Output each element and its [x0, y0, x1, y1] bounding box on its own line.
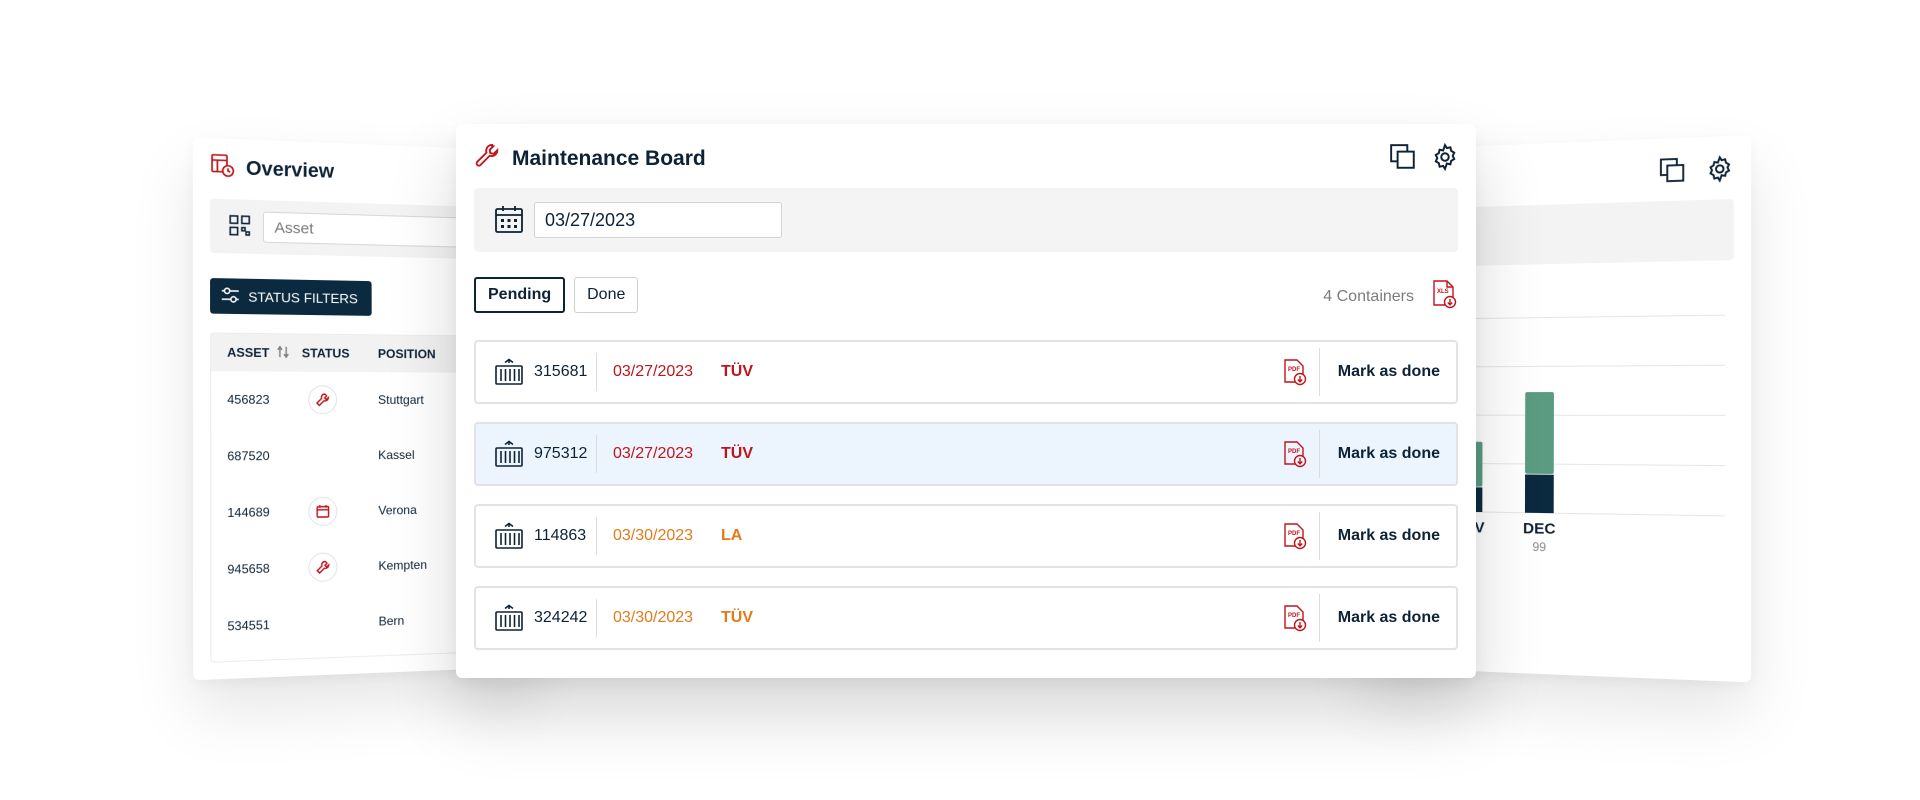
- bar-dec-segment-0: [1524, 473, 1554, 514]
- maintenance-board: Maintenance Board Pending Done 4 Contain: [456, 124, 1476, 678]
- statistics-toolbar: [1657, 153, 1736, 187]
- status-tabs: Pending Done: [474, 277, 639, 313]
- svg-text:PDF: PDF: [1288, 367, 1300, 373]
- container-count-area: 4 Containers XLS: [1323, 279, 1458, 314]
- mark-as-done-button[interactable]: Mark as done: [1338, 609, 1456, 627]
- pdf-download-icon[interactable]: PDF: [1271, 604, 1319, 632]
- bar-dec-segment-1: [1525, 391, 1554, 474]
- container-icon: [476, 358, 534, 386]
- total-label-dec: 99: [1532, 539, 1546, 554]
- filter-sliders-icon: [221, 286, 240, 306]
- mark-as-done-button[interactable]: Mark as done: [1338, 527, 1456, 545]
- qr-code-icon[interactable]: [229, 215, 250, 242]
- container-list: 315681 03/27/2023 TÜV PDF Mark as done 9…: [474, 340, 1458, 668]
- xls-download-icon[interactable]: XLS: [1430, 279, 1458, 314]
- board-header: Maintenance Board: [474, 142, 706, 175]
- column-status: STATUS: [301, 345, 350, 361]
- date-input[interactable]: [534, 202, 782, 238]
- overview-icon: [210, 153, 236, 184]
- inspection-type: TÜV: [721, 363, 753, 380]
- page-title: Maintenance Board: [512, 146, 706, 170]
- svg-text:PDF: PDF: [1288, 531, 1300, 537]
- container-id: 975312: [534, 445, 588, 462]
- mark-as-done-button[interactable]: Mark as done: [1338, 445, 1456, 463]
- column-asset-label: ASSET: [227, 345, 270, 361]
- container-id: 324242: [534, 609, 588, 626]
- inspection-type: LA: [721, 527, 743, 544]
- asset-id: 687520: [227, 448, 270, 464]
- gear-icon[interactable]: [1704, 153, 1736, 186]
- mark-as-done-button[interactable]: Mark as done: [1338, 363, 1456, 381]
- due-date: 03/30/2023: [613, 609, 694, 626]
- container-icon: [476, 440, 534, 468]
- asset-id: 534551: [227, 617, 270, 634]
- container-row[interactable]: 114863 03/30/2023 LA PDF Mark as done: [474, 504, 1458, 568]
- sort-icon[interactable]: [276, 345, 291, 361]
- asset-id: 456823: [227, 392, 270, 407]
- due-date: 03/27/2023: [613, 445, 694, 462]
- row-divider: [596, 353, 597, 391]
- window-icon[interactable]: [1388, 142, 1418, 172]
- container-row[interactable]: 315681 03/27/2023 TÜV PDF Mark as done: [474, 340, 1458, 404]
- overview-title: Overview: [246, 157, 335, 183]
- row-divider: [1318, 594, 1320, 642]
- tab-done[interactable]: Done: [574, 277, 639, 313]
- container-icon: [476, 522, 534, 550]
- tab-pending[interactable]: Pending: [474, 277, 566, 313]
- inspection-type: TÜV: [721, 609, 753, 626]
- window-icon[interactable]: [1657, 154, 1689, 186]
- due-date: 03/27/2023: [613, 363, 694, 380]
- row-divider: [1318, 512, 1320, 560]
- container-id: 114863: [534, 527, 587, 544]
- row-divider: [596, 517, 597, 555]
- row-divider: [1318, 348, 1320, 396]
- row-divider: [596, 435, 597, 473]
- row-divider: [596, 599, 597, 637]
- container-id: 315681: [534, 363, 588, 380]
- inspection-type: TÜV: [721, 445, 753, 462]
- container-count: 4 Containers: [1323, 287, 1414, 305]
- container-row[interactable]: 975312 03/27/2023 TÜV PDF Mark as done: [474, 422, 1458, 486]
- asset-id: 945658: [227, 561, 270, 577]
- due-date: 03/30/2023: [613, 527, 694, 544]
- gear-icon[interactable]: [1430, 142, 1460, 172]
- status-filters-label: STATUS FILTERS: [248, 288, 358, 306]
- container-icon: [476, 604, 534, 632]
- pdf-download-icon[interactable]: PDF: [1271, 522, 1319, 550]
- board-toolbar: [1388, 142, 1460, 172]
- date-filter-bar: [474, 188, 1458, 252]
- calendar-icon: [308, 496, 338, 527]
- pdf-download-icon[interactable]: PDF: [1271, 358, 1319, 386]
- calendar-icon[interactable]: [494, 204, 524, 239]
- column-asset[interactable]: ASSET: [211, 345, 302, 361]
- svg-text:PDF: PDF: [1288, 449, 1300, 455]
- tick-label-dec: DEC: [1523, 521, 1556, 538]
- overview-header: Overview: [210, 153, 334, 187]
- wrench-icon: [308, 385, 338, 415]
- asset-id: 144689: [227, 504, 270, 521]
- pdf-download-icon[interactable]: PDF: [1271, 440, 1319, 468]
- wrench-icon: [474, 142, 502, 175]
- svg-text:PDF: PDF: [1288, 613, 1300, 619]
- wrench-icon: [308, 552, 338, 583]
- row-divider: [1318, 430, 1320, 478]
- status-filters-button[interactable]: STATUS FILTERS: [210, 278, 373, 316]
- container-row[interactable]: 324242 03/30/2023 TÜV PDF Mark as done: [474, 586, 1458, 650]
- svg-text:XLS: XLS: [1437, 289, 1449, 295]
